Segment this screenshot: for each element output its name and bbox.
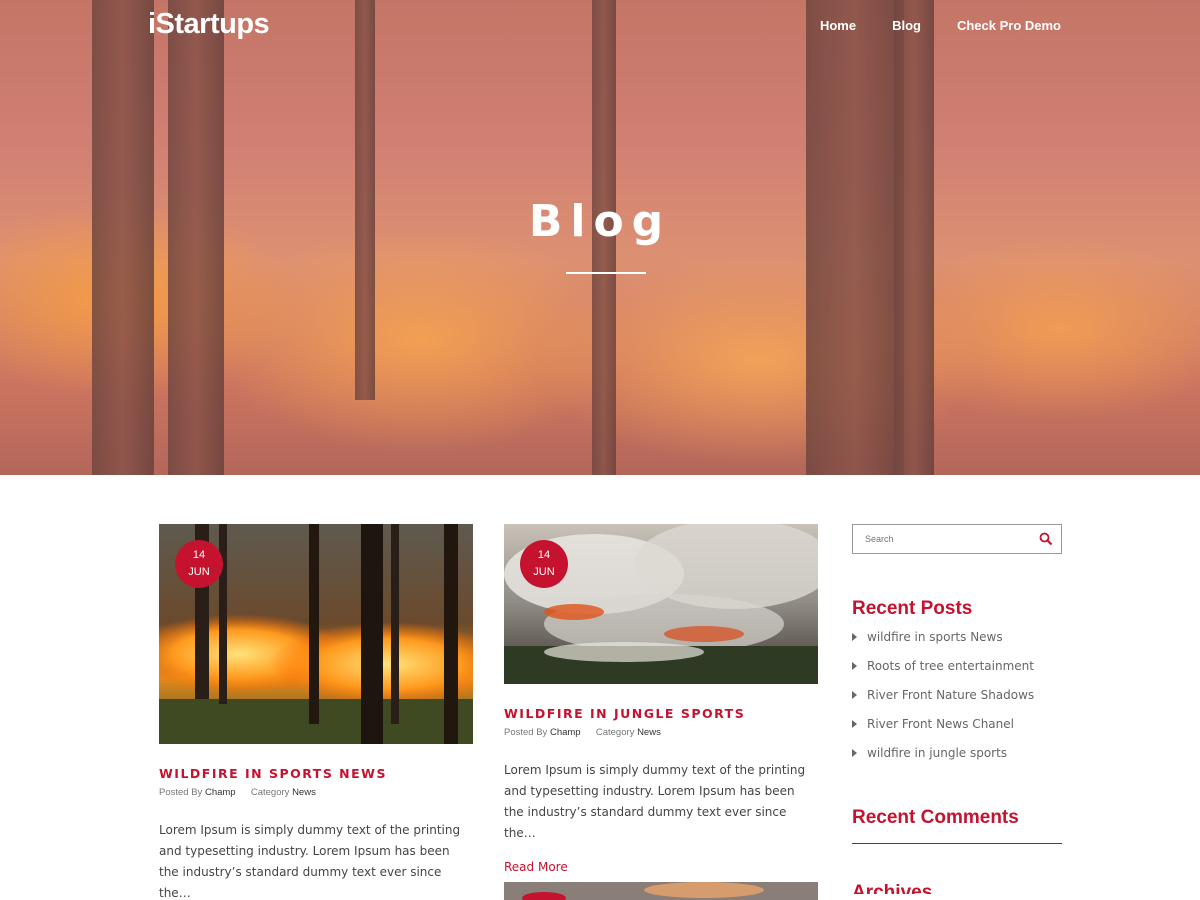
date-month: JUN	[533, 565, 555, 578]
recent-post-item[interactable]: wildfire in jungle sports	[852, 746, 1062, 775]
nav-item-home[interactable]: Home	[820, 18, 856, 33]
search-form	[852, 524, 1062, 554]
caret-right-icon	[852, 662, 857, 670]
recent-posts-list: wildfire in sports News Roots of tree en…	[852, 630, 1062, 775]
site-logo[interactable]: iStartups	[148, 8, 270, 41]
nav-item-check-pro-demo[interactable]: Check Pro Demo	[957, 18, 1061, 33]
caret-right-icon	[852, 720, 857, 728]
recent-post-item[interactable]: wildfire in sports News	[852, 630, 1062, 659]
post-excerpt: Lorem Ipsum is simply dummy text of the …	[159, 823, 461, 900]
date-badge: 14 JUN	[520, 540, 568, 588]
blog-post-card: 14 JUN WILDFIRE IN SPORTS NEWS Posted By…	[159, 524, 473, 900]
page-title: Blog	[528, 196, 672, 247]
category-label: Category	[595, 727, 635, 738]
recent-post-item[interactable]: River Front News Chanel	[852, 717, 1062, 746]
recent-posts-title: Recent Posts	[852, 598, 973, 619]
posted-by-label: Posted By	[504, 727, 548, 738]
date-day: 14	[192, 549, 206, 561]
date-badge: 14 JUN	[175, 540, 223, 588]
posted-by-label: Posted By	[159, 787, 203, 798]
widget-divider	[852, 843, 1062, 844]
caret-right-icon	[852, 633, 857, 641]
archives-title: Archives	[852, 882, 933, 894]
title-divider	[566, 272, 646, 274]
post-image-peek	[504, 882, 818, 900]
post-thumbnail[interactable]: 14 JUN	[159, 524, 473, 744]
caret-right-icon	[852, 749, 857, 757]
main-nav: Home Blog Check Pro Demo	[820, 18, 1061, 33]
post-title[interactable]: WILDFIRE IN JUNGLE SPORTS	[504, 706, 818, 721]
recent-post-item[interactable]: Roots of tree entertainment	[852, 659, 1062, 688]
post-category[interactable]: News	[292, 787, 316, 798]
post-author[interactable]: Champ	[550, 727, 581, 738]
post-category[interactable]: News	[637, 727, 661, 738]
post-thumbnail[interactable]	[504, 882, 818, 900]
caret-right-icon	[852, 691, 857, 699]
date-month: JUN	[188, 565, 210, 578]
read-more-link[interactable]: Read More	[504, 860, 568, 874]
post-title[interactable]: WILDFIRE IN SPORTS NEWS	[159, 766, 473, 781]
post-excerpt: Lorem Ipsum is simply dummy text of the …	[504, 763, 806, 840]
post-meta: Posted By Champ Category News	[504, 727, 818, 738]
post-author[interactable]: Champ	[205, 787, 236, 798]
sidebar: Recent Posts wildfire in sports News Roo…	[852, 524, 1062, 894]
blog-post-card: 14 JUN WILDFIRE IN JUNGLE SPORTS Posted …	[504, 524, 818, 875]
recent-comments-title: Recent Comments	[852, 807, 1019, 828]
search-input[interactable]	[853, 525, 1033, 553]
nav-item-blog[interactable]: Blog	[892, 18, 921, 33]
post-thumbnail[interactable]: 14 JUN	[504, 524, 818, 684]
hero-banner: iStartups Home Blog Check Pro Demo Blog	[0, 0, 1200, 475]
search-icon[interactable]	[1039, 532, 1053, 546]
date-day: 14	[537, 549, 551, 561]
recent-post-item[interactable]: River Front Nature Shadows	[852, 688, 1062, 717]
post-meta: Posted By Champ Category News	[159, 787, 473, 798]
category-label: Category	[250, 787, 290, 798]
